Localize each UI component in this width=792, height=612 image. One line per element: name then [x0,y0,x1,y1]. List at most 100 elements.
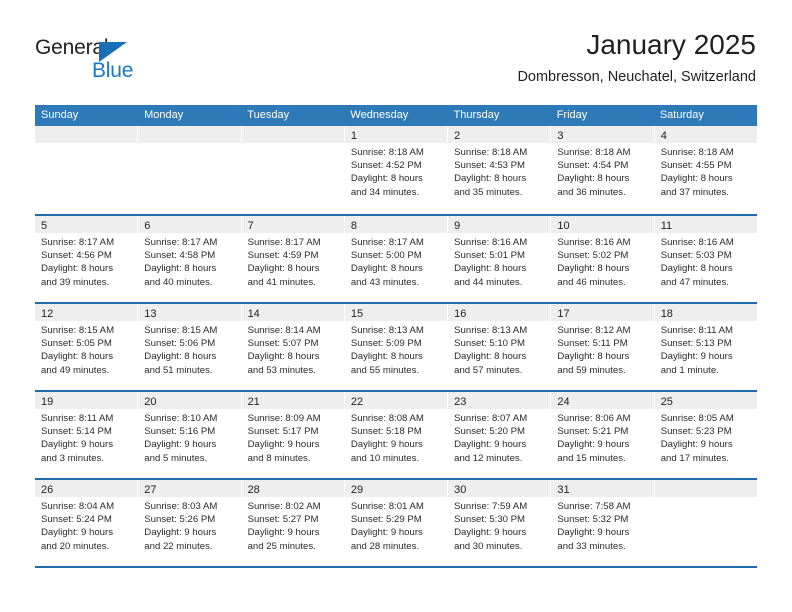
sunset-text: Sunset: 5:27 PM [247,514,319,526]
day-number-strip: 7 [241,216,344,233]
day-details: Sunrise: 8:13 AM Sunset: 5:09 PM Daylight:… [345,321,447,377]
calendar-day-cell[interactable]: 23 Sunrise: 8:07 AM Sunset: 5:20 PM Dayligh… [448,392,552,478]
calendar-day-cell[interactable]: 16 Sunrise: 8:13 AM Sunset: 5:10 PM Dayligh… [448,304,552,390]
sunset-text: Sunset: 5:29 PM [350,514,422,526]
day-details [35,143,137,146]
sunset-text: Sunset: 5:13 PM [660,338,732,350]
day-number-strip: 17 [551,304,654,321]
daylight-text-cont: and 47 minutes. [660,276,729,288]
day-number-strip: 1 [344,126,448,143]
daylight-text-cont: and 35 minutes. [454,186,523,198]
daylight-text-cont: and 51 minutes. [144,364,213,376]
day-details: Sunrise: 8:16 AM Sunset: 5:02 PM Daylight:… [551,233,653,289]
day-details: Sunrise: 8:13 AM Sunset: 5:10 PM Daylight:… [448,321,550,377]
sunset-text: Sunset: 5:30 PM [454,514,526,526]
weekday-header-sunday: Sunday [41,109,79,121]
calendar-day-cell[interactable]: 22 Sunrise: 8:08 AM Sunset: 5:18 PM Dayligh… [344,392,449,478]
day-number-strip: 22 [344,392,448,409]
daylight-text-cont: and 30 minutes. [454,540,523,552]
sunrise-text: Sunrise: 8:17 AM [247,237,321,248]
sunset-text: Sunset: 5:20 PM [454,426,526,438]
day-number-strip: 27 [138,480,241,497]
daylight-text-cont: and 44 minutes. [454,276,523,288]
calendar-day-cell[interactable]: 14 Sunrise: 8:14 AM Sunset: 5:07 PM Dayligh… [241,304,345,390]
day-number-strip: 20 [138,392,241,409]
daylight-text-cont: and 37 minutes. [660,186,729,198]
calendar-day-cell[interactable]: 4 Sunrise: 8:18 AM Sunset: 4:55 PM Daylight… [654,126,757,214]
daylight-text: Daylight: 9 hours [350,527,423,539]
sunrise-text: Sunrise: 8:11 AM [41,413,114,424]
daylight-text-cont: and 53 minutes. [247,364,316,376]
calendar-day-cell[interactable]: 1 Sunrise: 8:18 AM Sunset: 4:52 PM Daylight… [344,126,449,214]
day-details: Sunrise: 8:18 AM Sunset: 4:54 PM Daylight:… [551,143,653,199]
calendar-day-cell[interactable]: 28 Sunrise: 8:02 AM Sunset: 5:27 PM Dayligh… [241,480,345,566]
calendar-day-cell[interactable]: 12 Sunrise: 8:15 AM Sunset: 5:05 PM Dayligh… [35,304,139,390]
calendar-day-cell[interactable]: 24 Sunrise: 8:06 AM Sunset: 5:21 PM Dayligh… [551,392,655,478]
calendar-day-cell[interactable]: 11 Sunrise: 8:16 AM Sunset: 5:03 PM Dayligh… [654,216,757,302]
calendar-day-cell[interactable]: 31 Sunrise: 7:58 AM Sunset: 5:32 PM Dayligh… [551,480,655,566]
day-details: Sunrise: 8:16 AM Sunset: 5:03 PM Daylight:… [655,233,757,289]
day-number: 7 [247,220,254,232]
daylight-text-cont: and 12 minutes. [454,452,523,464]
day-number: 16 [454,308,467,320]
day-number-strip: 12 [35,304,138,321]
day-number-strip: 14 [241,304,344,321]
daylight-text-cont: and 22 minutes. [144,540,213,552]
calendar-day-cell[interactable]: 30 Sunrise: 7:59 AM Sunset: 5:30 PM Dayligh… [448,480,552,566]
daylight-text: Daylight: 8 hours [144,351,217,363]
day-details: Sunrise: 7:58 AM Sunset: 5:32 PM Daylight:… [551,497,653,553]
calendar-day-cell[interactable]: 10 Sunrise: 8:16 AM Sunset: 5:02 PM Dayligh… [551,216,655,302]
day-details [138,143,240,146]
brand-logo[interactable]: General Blue [35,36,235,86]
calendar-day-cell[interactable]: 20 Sunrise: 8:10 AM Sunset: 5:16 PM Dayligh… [138,392,242,478]
day-number: 22 [350,396,364,408]
daylight-text: Daylight: 8 hours [557,263,630,275]
day-number-strip: 16 [448,304,551,321]
sunrise-text: Sunrise: 8:02 AM [247,501,321,512]
sunset-text: Sunset: 4:54 PM [557,160,629,172]
calendar-day-cell[interactable]: 21 Sunrise: 8:09 AM Sunset: 5:17 PM Dayligh… [241,392,345,478]
calendar-day-cell[interactable]: 15 Sunrise: 8:13 AM Sunset: 5:09 PM Dayligh… [344,304,449,390]
calendar-day-cell[interactable]: 19 Sunrise: 8:11 AM Sunset: 5:14 PM Dayligh… [35,392,139,478]
day-details: Sunrise: 8:12 AM Sunset: 5:11 PM Daylight:… [551,321,653,377]
sunrise-text: Sunrise: 8:03 AM [144,501,218,512]
daylight-text: Daylight: 8 hours [660,263,733,275]
daylight-text: Daylight: 8 hours [660,173,733,185]
calendar-day-cell-empty [241,126,345,214]
calendar-day-cell[interactable]: 2 Sunrise: 8:18 AM Sunset: 4:53 PM Daylight… [448,126,552,214]
calendar-day-cell[interactable]: 3 Sunrise: 8:18 AM Sunset: 4:54 PM Daylight… [551,126,655,214]
daylight-text-cont: and 20 minutes. [41,540,110,552]
calendar-day-cell[interactable]: 9 Sunrise: 8:16 AM Sunset: 5:01 PM Daylight… [448,216,552,302]
calendar-page: General Blue January 2025 Dombresson, Ne… [0,0,792,612]
sunset-text: Sunset: 4:58 PM [144,250,216,262]
sunrise-text: Sunrise: 8:17 AM [144,237,218,248]
sunset-text: Sunset: 5:01 PM [454,250,526,262]
weekday-header-tuesday: Tuesday [247,109,290,121]
calendar-day-cell[interactable]: 8 Sunrise: 8:17 AM Sunset: 5:00 PM Daylight… [344,216,449,302]
sunrise-text: Sunrise: 8:05 AM [660,413,734,424]
sunrise-text: Sunrise: 7:59 AM [454,501,528,512]
calendar-day-cell[interactable]: 6 Sunrise: 8:17 AM Sunset: 4:58 PM Daylight… [138,216,242,302]
daylight-text-cont: and 17 minutes. [660,452,729,464]
daylight-text-cont: and 5 minutes. [144,452,208,464]
day-number-strip [35,126,138,143]
calendar-day-cell[interactable]: 29 Sunrise: 8:01 AM Sunset: 5:29 PM Dayligh… [344,480,449,566]
day-number-strip: 25 [654,392,757,409]
day-details: Sunrise: 8:15 AM Sunset: 5:06 PM Daylight:… [138,321,240,377]
calendar-day-cell[interactable]: 5 Sunrise: 8:17 AM Sunset: 4:56 PM Daylight… [35,216,139,302]
sunset-text: Sunset: 5:00 PM [350,250,422,262]
calendar-day-cell[interactable]: 27 Sunrise: 8:03 AM Sunset: 5:26 PM Dayligh… [138,480,242,566]
sunrise-text: Sunrise: 8:18 AM [454,147,528,158]
daylight-text-cont: and 55 minutes. [350,364,420,376]
sunset-text: Sunset: 5:06 PM [144,338,216,350]
calendar-day-cell[interactable]: 7 Sunrise: 8:17 AM Sunset: 4:59 PM Daylight… [241,216,345,302]
calendar-day-cell[interactable]: 26 Sunrise: 8:04 AM Sunset: 5:24 PM Dayligh… [35,480,139,566]
calendar-day-cell[interactable]: 17 Sunrise: 8:12 AM Sunset: 5:11 PM Dayligh… [551,304,655,390]
calendar-day-cell[interactable]: 13 Sunrise: 8:15 AM Sunset: 5:06 PM Dayligh… [138,304,242,390]
sunrise-text: Sunrise: 8:10 AM [144,413,218,424]
calendar-day-cell[interactable]: 25 Sunrise: 8:05 AM Sunset: 5:23 PM Dayligh… [654,392,757,478]
day-number: 3 [557,130,564,142]
sunrise-text: Sunrise: 8:07 AM [454,413,528,424]
day-number: 24 [557,396,570,408]
calendar-day-cell[interactable]: 18 Sunrise: 8:11 AM Sunset: 5:13 PM Dayligh… [654,304,757,390]
